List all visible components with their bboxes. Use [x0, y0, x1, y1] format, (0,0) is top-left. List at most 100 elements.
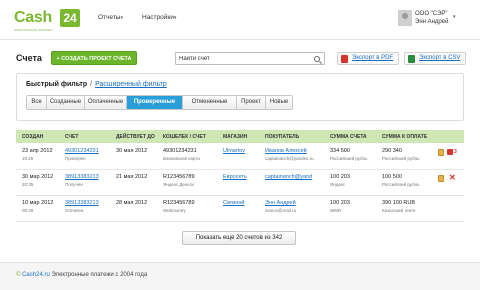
- table-row[interactable]: 23 апр 2012 10:25 49301234231 Проверен 30 …: [16, 144, 464, 170]
- created-date: 10 мар 2012: [22, 200, 54, 206]
- created-time: 09:48: [22, 208, 34, 213]
- search-input[interactable]: [179, 54, 307, 64]
- user-name[interactable]: Энн Андрей: [415, 19, 448, 25]
- footer-text: © Cash24.ru Электронные платежи с 2004 г…: [16, 272, 147, 278]
- create-invoice-button[interactable]: + СОЗДАТЬ ПРОЕКТ СЧЕТА: [51, 51, 137, 65]
- invoice-cell: 38913383213 Оплачен: [65, 200, 99, 213]
- avatar[interactable]: [398, 10, 412, 26]
- buyer-link[interactable]: captainanch@yand: [265, 174, 312, 180]
- amount-currency: Российский рубль: [330, 156, 368, 161]
- tab-cancelled[interactable]: Отмененные: [183, 96, 237, 109]
- logo-number: 24: [60, 9, 80, 27]
- nav-settings[interactable]: Настройки▾: [142, 14, 176, 21]
- amount-value: 100 203: [330, 200, 350, 206]
- search-icon[interactable]: [314, 56, 320, 62]
- column-header-invoice[interactable]: СЧЕТ: [65, 134, 78, 140]
- to-pay-cell: 100 500 Российский рубль: [382, 174, 419, 187]
- footer-link[interactable]: Cash24.ru: [22, 272, 50, 278]
- header: Cash 24 ЭЛЕКТРОННЫЕ ПЛАТЕЖИ Отчеты▾ Наст…: [0, 0, 480, 40]
- invoice-link[interactable]: 38913383213: [65, 174, 99, 180]
- amount-currency: WMR: [330, 208, 342, 213]
- export-pdf-label: Экспорт в PDF: [352, 55, 394, 61]
- chevron-down-icon: ▾: [120, 15, 123, 21]
- wallet-number: 49301234231: [163, 148, 197, 154]
- amount-cell: 100 203 WMR: [330, 200, 350, 213]
- column-header-buyer[interactable]: ПОКУПАТЕЛЬ: [265, 134, 299, 140]
- created-cell: 10 мар 2012 09:48: [22, 200, 53, 213]
- buyer-email: captainanch@yandex.ru: [265, 156, 314, 161]
- created-time: 20:35: [22, 182, 34, 187]
- chevron-down-icon[interactable]: ▾: [453, 14, 456, 20]
- table-row[interactable]: 10 мар 2012 09:48 38913383213 Оплачен 28 м…: [16, 196, 464, 222]
- export-pdf-button[interactable]: Экспорт в PDF: [337, 52, 399, 65]
- user-org[interactable]: ООО "СЭР": [415, 11, 448, 17]
- buyer-email: ivanov@mail.ru: [265, 208, 297, 213]
- nav-reports[interactable]: Отчеты▾: [98, 14, 123, 21]
- invoice-link[interactable]: 38913383213: [65, 200, 99, 206]
- to-pay-cell: 290 340 Российский рубль: [382, 148, 419, 161]
- message-count-badge: 3: [454, 149, 457, 155]
- show-more-button[interactable]: Показать еще 20 счетов из 342: [182, 231, 296, 245]
- table-header: СОЗДАН СЧЕТ ДЕЙСТВУЕТ ДО КОШЕЛЕК / СЧЕТ …: [16, 130, 464, 143]
- wallet-number: R123456789: [163, 174, 195, 180]
- nav-settings-label: Настройки: [142, 14, 174, 21]
- shop-link[interactable]: Евросеть: [223, 174, 247, 180]
- amount-value: 334 500: [330, 148, 350, 154]
- message-icon[interactable]: [447, 149, 453, 155]
- tab-draft[interactable]: Проект: [237, 96, 266, 109]
- shop-cell: Связной: [223, 200, 245, 206]
- to-pay-value: 390 100 RUB: [382, 200, 416, 206]
- column-header-amount[interactable]: СУММА СЧЕТА: [330, 134, 367, 140]
- close-icon[interactable]: ✕: [449, 173, 456, 183]
- chevron-down-icon: ▾: [173, 15, 177, 21]
- tab-paid[interactable]: Оплаченные: [85, 96, 127, 109]
- tab-verified[interactable]: Проверенные: [127, 96, 183, 109]
- created-time: 10:25: [22, 156, 34, 161]
- column-header-to-pay[interactable]: СУММА К ОПЛАТЕ: [382, 134, 427, 140]
- filter-separator: /: [90, 81, 93, 88]
- created-date: 23 апр 2012: [22, 148, 53, 154]
- document-icon[interactable]: [438, 175, 444, 182]
- shop-link[interactable]: Ulmartov: [223, 148, 245, 154]
- created-date: 30 мар 2012: [22, 174, 54, 180]
- invoice-cell: 38913383213 Получен: [65, 174, 99, 187]
- column-header-shop[interactable]: МАГАЗИН: [223, 134, 247, 140]
- advanced-filter-link[interactable]: Расширенный фильтр: [95, 81, 167, 88]
- column-header-wallet[interactable]: КОШЕЛЕК / СЧЕТ: [163, 134, 206, 140]
- buyer-link[interactable]: Энн Андрей: [265, 200, 296, 206]
- wallet-type: Яндекс.Деньги: [163, 182, 194, 187]
- tab-all[interactable]: Все: [27, 96, 47, 109]
- to-pay-value: 100 500: [382, 174, 402, 180]
- tab-new[interactable]: Новые: [266, 96, 292, 109]
- table-row[interactable]: 30 мар 2012 20:35 38913383213 Получен 21 м…: [16, 170, 464, 196]
- buyer-cell: captainanch@yand: [265, 174, 312, 182]
- invoice-link[interactable]: 49301234231: [65, 148, 99, 154]
- filter-panel: Быстрый фильтр / Расширенный фильтр Все Со…: [16, 73, 464, 121]
- to-pay-currency: Казахский тенге: [382, 208, 416, 213]
- column-header-valid-until[interactable]: ДЕЙСТВУЕТ ДО: [116, 134, 155, 140]
- wallet-cell: R123456789 Webmoney: [163, 200, 195, 213]
- to-pay-cell: 390 100 RUB Казахский тенге: [382, 200, 415, 213]
- export-csv-label: Экспорт в CSV: [419, 55, 461, 61]
- invoice-status: Получен: [65, 182, 83, 187]
- shop-cell: Ulmartov: [223, 148, 245, 154]
- buyer-link[interactable]: Иванов Алексей: [265, 148, 307, 154]
- valid-until-cell: 28 мая 2012: [116, 200, 148, 206]
- invoice-status: Оплачен: [65, 208, 84, 213]
- export-csv-button[interactable]: Экспорт в CSV: [404, 52, 466, 65]
- footer: © Cash24.ru Электронные платежи с 2004 г…: [0, 262, 480, 290]
- created-cell: 30 мар 2012 20:35: [22, 174, 53, 187]
- tab-created[interactable]: Созданные: [47, 96, 85, 109]
- footer-tagline: Электронные платежи с 2004 года: [51, 272, 148, 278]
- buyer-cell: Иванов Алексей captainanch@yandex.ru: [265, 148, 314, 161]
- to-pay-currency: Российский рубль: [382, 156, 420, 161]
- column-header-created[interactable]: СОЗДАН: [22, 134, 43, 140]
- fast-filter-label[interactable]: Быстрый фильтр: [26, 81, 87, 88]
- created-cell: 23 апр 2012 10:25: [22, 148, 53, 161]
- document-icon[interactable]: [438, 149, 444, 156]
- shop-link[interactable]: Связной: [223, 200, 245, 206]
- wallet-cell: R123456789 Яндекс.Деньги: [163, 174, 195, 187]
- wallet-type: Webmoney: [163, 208, 186, 213]
- invoice-cell: 49301234231 Проверен: [65, 148, 99, 161]
- nav-reports-label: Отчеты: [98, 14, 121, 21]
